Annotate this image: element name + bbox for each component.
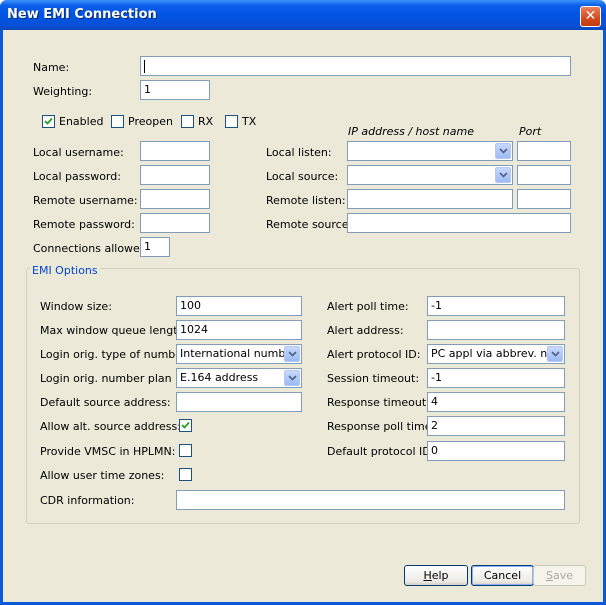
response-poll-time-label: Response poll time: — [327, 420, 436, 433]
help-button[interactable]: Help — [404, 565, 468, 586]
connections-allowed-label: Connections allowed: — [33, 242, 151, 255]
title-bar[interactable]: New EMI Connection ✕ — [0, 0, 606, 30]
allow-user-tz-label: Allow user time zones: — [40, 469, 165, 482]
window-title: New EMI Connection — [7, 7, 157, 22]
login-plan-label: Login orig. number plan ID: — [40, 372, 191, 385]
local-username-input[interactable] — [140, 141, 210, 161]
remote-listen-port-input[interactable] — [517, 189, 571, 209]
cdr-info-label: CDR information: — [40, 494, 135, 507]
window-size-label: Window size: — [40, 300, 112, 313]
chevron-down-icon[interactable] — [284, 370, 300, 386]
alert-protocol-label: Alert protocol ID: — [327, 348, 421, 361]
check-icon — [181, 421, 190, 429]
alert-protocol-combo[interactable]: PC appl via abbrev. no. — [427, 344, 565, 364]
text-caret — [144, 59, 145, 73]
local-source-label: Local source: — [266, 170, 339, 183]
default-protocol-input[interactable]: 0 — [427, 441, 565, 461]
check-icon — [44, 117, 53, 125]
local-username-label: Local username: — [33, 146, 124, 159]
chevron-down-icon[interactable] — [495, 167, 511, 183]
allow-alt-source-label: Allow alt. source address: — [40, 420, 181, 433]
response-timeout-label: Response timeout: — [327, 396, 430, 409]
local-source-combo[interactable] — [347, 165, 513, 185]
remote-source-label: Remote source: — [266, 218, 353, 231]
chevron-down-icon[interactable] — [284, 346, 300, 362]
weighting-label: Weighting: — [33, 85, 93, 98]
preopen-checkbox[interactable] — [111, 115, 124, 128]
local-listen-port-input[interactable] — [517, 141, 571, 161]
dialog-body: Name: Weighting: 1 Enabled Preopen RX TX… — [3, 30, 603, 602]
allow-user-tz-checkbox[interactable] — [179, 468, 192, 481]
alert-poll-time-input[interactable]: -1 — [427, 296, 565, 316]
session-timeout-input[interactable]: -1 — [427, 368, 565, 388]
tx-checkbox[interactable] — [225, 115, 238, 128]
remote-listen-label: Remote listen: — [266, 194, 346, 207]
preopen-label: Preopen — [128, 115, 173, 128]
cdr-info-input[interactable] — [176, 490, 565, 510]
window-size-input[interactable]: 100 — [176, 296, 302, 316]
local-password-input[interactable] — [140, 165, 210, 185]
save-button[interactable]: Save — [533, 565, 586, 586]
alert-address-input[interactable] — [427, 320, 565, 340]
response-poll-time-input[interactable]: 2 — [427, 416, 565, 436]
local-password-label: Local password: — [33, 170, 121, 183]
connections-allowed-input[interactable]: 1 — [140, 237, 170, 257]
chevron-down-icon[interactable] — [495, 143, 511, 159]
allow-alt-source-checkbox[interactable] — [179, 419, 192, 432]
enabled-checkbox[interactable] — [42, 115, 55, 128]
login-type-label: Login orig. type of number: — [40, 348, 191, 361]
response-timeout-input[interactable]: 4 — [427, 392, 565, 412]
chevron-down-icon[interactable] — [547, 346, 563, 362]
close-icon: ✕ — [584, 8, 597, 24]
remote-password-label: Remote password: — [33, 218, 135, 231]
close-button[interactable]: ✕ — [580, 6, 601, 27]
provide-vmsc-checkbox[interactable] — [179, 444, 192, 457]
max-window-queue-input[interactable]: 1024 — [176, 320, 302, 340]
default-source-input[interactable] — [176, 392, 302, 412]
login-plan-combo[interactable]: E.164 address — [176, 368, 302, 388]
max-window-queue-label: Max window queue length: — [40, 324, 189, 337]
local-listen-combo[interactable] — [347, 141, 513, 161]
name-input[interactable] — [140, 56, 571, 76]
dialog-window: New EMI Connection ✕ Name: Weighting: 1 … — [0, 0, 606, 605]
remote-username-input[interactable] — [140, 189, 210, 209]
session-timeout-label: Session timeout: — [327, 372, 420, 385]
default-source-label: Default source address: — [40, 396, 171, 409]
default-protocol-label: Default protocol ID: — [327, 445, 435, 458]
remote-source-input[interactable] — [347, 213, 571, 233]
rx-checkbox[interactable] — [181, 115, 194, 128]
ip-address-header: IP address / host name — [348, 125, 474, 138]
port-header: Port — [519, 125, 542, 138]
remote-username-label: Remote username: — [33, 194, 138, 207]
enabled-label: Enabled — [59, 115, 104, 128]
local-source-port-input[interactable] — [517, 165, 571, 185]
remote-password-input[interactable] — [140, 213, 210, 233]
alert-poll-time-label: Alert poll time: — [327, 300, 409, 313]
local-listen-label: Local listen: — [266, 146, 332, 159]
tx-label: TX — [242, 115, 257, 128]
remote-listen-input[interactable] — [347, 189, 513, 209]
rx-label: RX — [198, 115, 214, 128]
provide-vmsc-label: Provide VMSC in HPLMN: — [40, 445, 176, 458]
weighting-input[interactable]: 1 — [140, 80, 210, 100]
name-label: Name: — [33, 61, 70, 74]
cancel-button[interactable]: Cancel — [471, 565, 534, 586]
login-type-combo[interactable]: International number — [176, 344, 302, 364]
emi-options-title: EMI Options — [30, 264, 100, 277]
alert-address-label: Alert address: — [327, 324, 404, 337]
